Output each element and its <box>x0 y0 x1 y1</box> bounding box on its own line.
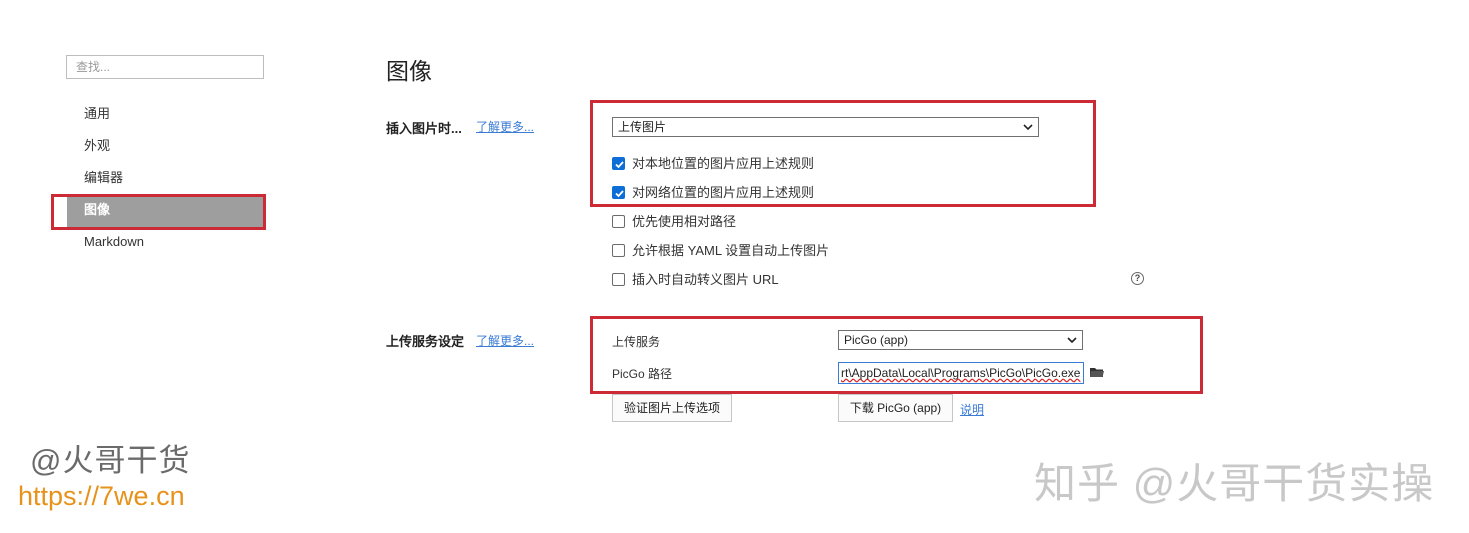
page-title: 图像 <box>386 58 432 84</box>
search-input[interactable]: 查找... <box>66 55 264 79</box>
download-picgo-button[interactable]: 下载 PicGo (app) <box>838 394 953 422</box>
checkbox-yaml-upload[interactable]: 允许根据 YAML 设置自动上传图片 <box>612 242 912 260</box>
highlight-box-insert <box>590 100 1096 207</box>
help-circle-icon[interactable]: ? <box>1131 272 1144 285</box>
insert-section-label: 插入图片时... <box>386 121 462 136</box>
checkbox-escape-url-label: 插入时自动转义图片 URL <box>632 272 779 287</box>
watermark-author: @火哥干货 <box>30 443 191 478</box>
checkbox-escape-url[interactable]: 插入时自动转义图片 URL <box>612 271 912 289</box>
explain-link[interactable]: 说明 <box>960 401 984 418</box>
upload-learn-more-link[interactable]: 了解更多... <box>476 332 534 349</box>
sidebar-item-appearance[interactable]: 外观 <box>84 136 110 156</box>
checkbox-yaml-upload-box[interactable] <box>612 244 625 257</box>
highlight-box-sidebar <box>51 194 266 230</box>
checkbox-relative-path-box[interactable] <box>612 215 625 228</box>
checkbox-relative-path[interactable]: 优先使用相对路径 <box>612 213 912 231</box>
highlight-box-upload <box>590 316 1203 394</box>
checkbox-relative-path-label: 优先使用相对路径 <box>632 214 737 229</box>
sidebar-item-markdown[interactable]: Markdown <box>84 232 144 252</box>
sidebar-item-editor[interactable]: 编辑器 <box>84 168 123 188</box>
watermark-url: https://7we.cn <box>18 481 185 511</box>
checkbox-yaml-upload-label: 允许根据 YAML 设置自动上传图片 <box>632 243 830 258</box>
verify-upload-button[interactable]: 验证图片上传选项 <box>612 394 732 422</box>
checkbox-escape-url-box[interactable] <box>612 273 625 286</box>
insert-learn-more-link[interactable]: 了解更多... <box>476 118 534 135</box>
upload-section-label: 上传服务设定 <box>386 334 465 349</box>
watermark-zhihu: 知乎 @火哥干货实操 <box>1034 460 1435 507</box>
sidebar-item-general[interactable]: 通用 <box>84 104 110 124</box>
